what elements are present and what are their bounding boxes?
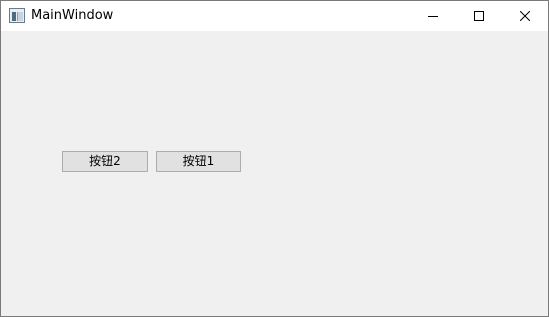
- close-button[interactable]: [502, 1, 548, 31]
- app-window-icon[interactable]: [9, 8, 25, 23]
- close-icon: [520, 11, 530, 21]
- main-window: MainWindow 按钮2 按钮1: [0, 0, 549, 317]
- title-bar[interactable]: MainWindow: [1, 1, 548, 31]
- maximize-button[interactable]: [456, 1, 502, 31]
- maximize-icon: [474, 11, 484, 21]
- button-1[interactable]: 按钮1: [156, 151, 241, 172]
- minimize-icon: [428, 16, 438, 17]
- client-area: 按钮2 按钮1: [1, 31, 548, 316]
- button-2[interactable]: 按钮2: [62, 151, 148, 172]
- window-title: MainWindow: [31, 8, 114, 23]
- minimize-button[interactable]: [410, 1, 456, 31]
